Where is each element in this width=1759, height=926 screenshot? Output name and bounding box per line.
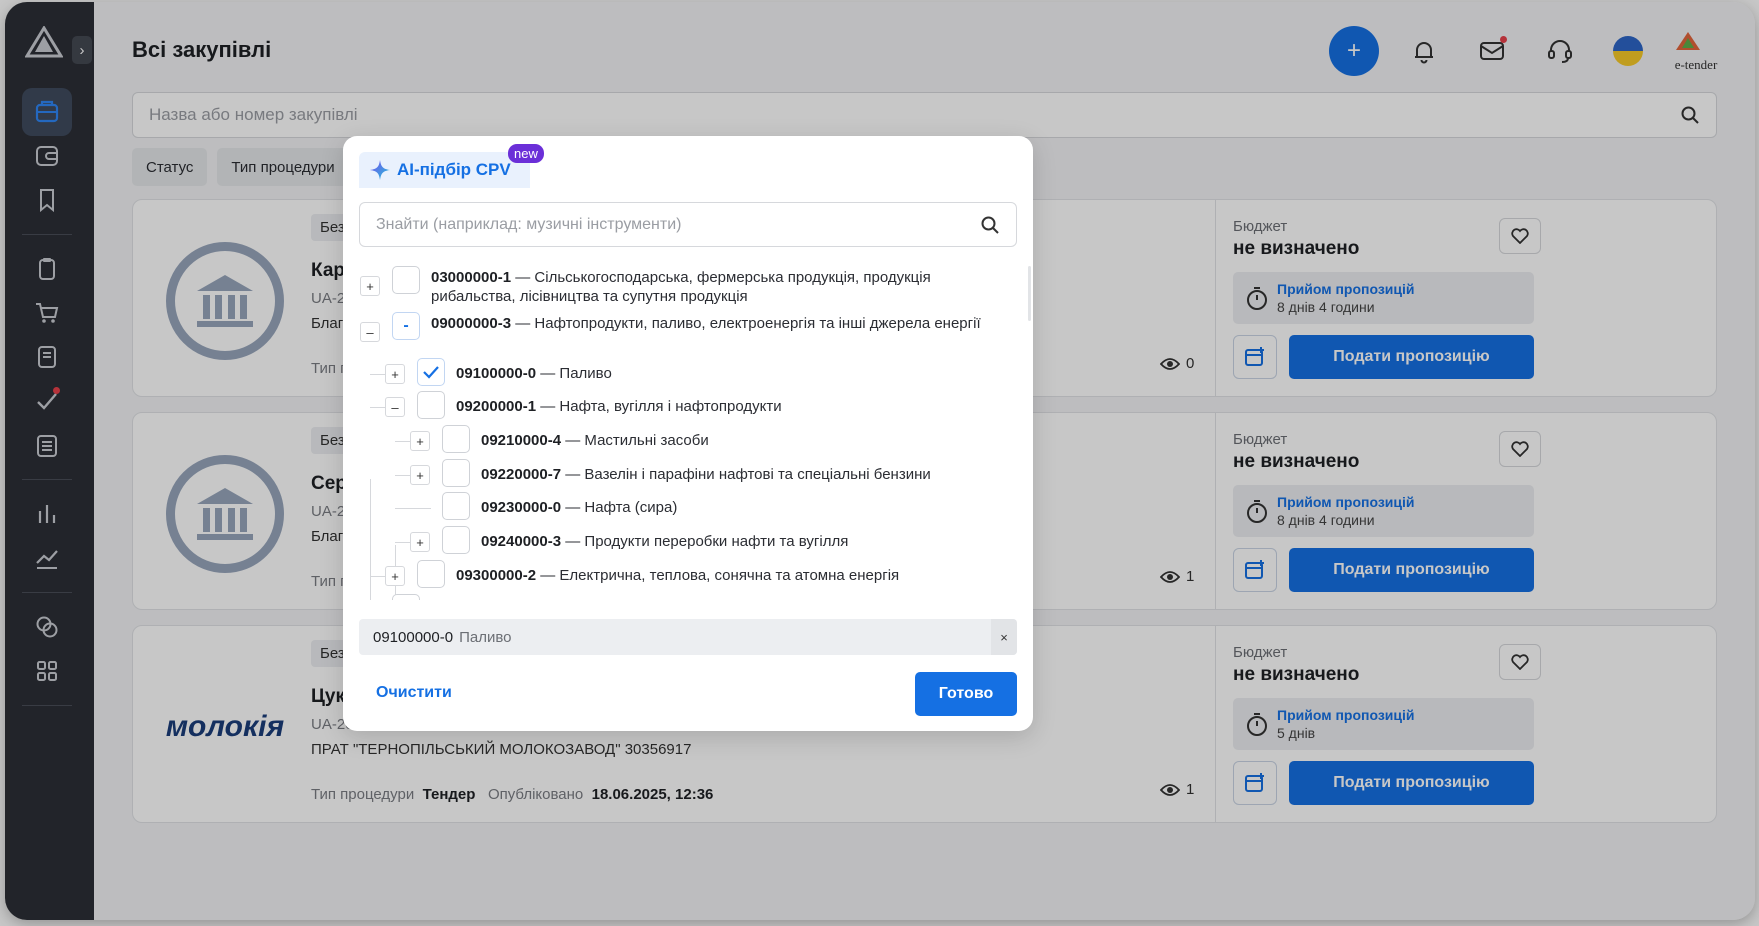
ai-cpv-tab-label: AI-підбір CPV — [397, 160, 511, 179]
tree-checkbox[interactable] — [392, 594, 420, 600]
tree-item-label[interactable]: 09300000-2 — Електрична, теплова, сонячн… — [456, 566, 996, 585]
new-badge: new — [508, 144, 544, 163]
cpv-search-placeholder: Знайти (наприклад: музичні інструменти) — [376, 215, 682, 233]
sparkle-icon — [370, 160, 390, 180]
cpv-name: — Вазелін і парафіни нафтові та спеціаль… — [561, 466, 931, 483]
cpv-name: — Нафта (сира) — [561, 499, 678, 516]
cpv-name: — Паливо — [536, 365, 612, 382]
tree-item-label[interactable]: 09200000-1 — Нафта, вугілля і нафтопроду… — [456, 397, 986, 416]
cpv-tree: + 03000000-1 — Сільськогосподарська, фер… — [359, 260, 1017, 600]
cpv-code: 09220000-7 — [481, 466, 562, 483]
tree-checkbox[interactable] — [417, 391, 445, 419]
tree-guide-line — [395, 508, 431, 509]
expand-toggle[interactable]: + — [410, 532, 430, 552]
expand-toggle[interactable]: + — [410, 465, 430, 485]
selected-cpv-name: Паливо — [459, 628, 512, 646]
cpv-picker-modal: AI-підбір CPV new Знайти (наприклад: муз… — [343, 136, 1033, 731]
tree-checkbox[interactable] — [442, 459, 470, 487]
tree-checkbox[interactable] — [392, 266, 420, 294]
tree-item-label[interactable]: 09220000-7 — Вазелін і парафіни нафтові … — [481, 465, 1011, 484]
cpv-search-input[interactable]: Знайти (наприклад: музичні інструменти) — [359, 202, 1017, 247]
done-button[interactable]: Готово — [915, 672, 1017, 716]
tree-item-label[interactable]: 09100000-0 — Паливо — [456, 364, 986, 383]
selected-cpv-chip: 09100000-0 Паливо × — [359, 619, 1017, 655]
collapse-toggle[interactable]: – — [385, 397, 405, 417]
clear-button[interactable]: Очистити — [376, 684, 452, 702]
checkmark-icon — [423, 366, 439, 379]
tree-checkbox-checked[interactable] — [417, 358, 445, 386]
expand-toggle[interactable]: + — [360, 276, 380, 296]
cpv-name: — Продукти переробки нафти та вугілля — [561, 533, 849, 550]
tree-checkbox[interactable] — [417, 560, 445, 588]
tree-item-label[interactable]: 03000000-1 — Сільськогосподарська, ферме… — [431, 268, 991, 306]
remove-selection-icon[interactable]: × — [991, 619, 1017, 655]
collapse-toggle[interactable]: – — [360, 322, 380, 342]
ai-cpv-tab[interactable]: AI-підбір CPV — [359, 152, 530, 188]
tree-guide-line — [370, 407, 385, 408]
expand-toggle[interactable]: + — [385, 364, 405, 384]
cpv-code: 09210000-4 — [481, 432, 562, 449]
cpv-code: 09000000-3 — [431, 315, 512, 332]
tree-item-label[interactable]: 09240000-3 — Продукти переробки нафти та… — [481, 532, 1001, 551]
cpv-code: 09240000-3 — [481, 533, 562, 550]
tree-scrollbar[interactable] — [1028, 266, 1031, 321]
expand-toggle[interactable]: + — [410, 431, 430, 451]
tree-item-label[interactable]: 09210000-4 — Мастильні засоби — [481, 431, 1001, 450]
expand-toggle[interactable]: + — [385, 566, 405, 586]
tree-item-label[interactable]: 09000000-3 — Нафтопродукти, паливо, елек… — [431, 314, 991, 333]
cpv-code: 09200000-1 — [456, 398, 537, 415]
tree-checkbox[interactable] — [442, 425, 470, 453]
cpv-code: 09230000-0 — [481, 499, 562, 516]
tree-checkbox[interactable] — [442, 492, 470, 520]
tree-guide-line — [370, 374, 385, 375]
cpv-code: 03000000-1 — [431, 269, 512, 286]
cpv-name: — Мастильні засоби — [561, 432, 709, 449]
cpv-code: 09100000-0 — [456, 365, 537, 382]
tree-guide-line — [370, 576, 385, 577]
cpv-name: — Нафта, вугілля і нафтопродукти — [536, 398, 782, 415]
tree-guide-line — [370, 479, 371, 600]
tree-guide-line — [395, 441, 410, 442]
search-icon[interactable] — [980, 215, 1000, 235]
tree-item-label[interactable]: 09230000-0 — Нафта (сира) — [481, 498, 1001, 517]
tree-checkbox[interactable] — [442, 526, 470, 554]
tree-guide-line — [395, 542, 410, 543]
tree-guide-line — [395, 475, 410, 476]
tree-checkbox-indeterminate[interactable]: - — [392, 312, 420, 340]
selected-cpv-code: 09100000-0 — [373, 628, 454, 646]
cpv-name: — Електрична, теплова, сонячна та атомна… — [536, 567, 900, 584]
cpv-name: — Нафтопродукти, паливо, електроенергія … — [511, 315, 981, 332]
cpv-code: 09300000-2 — [456, 567, 537, 584]
